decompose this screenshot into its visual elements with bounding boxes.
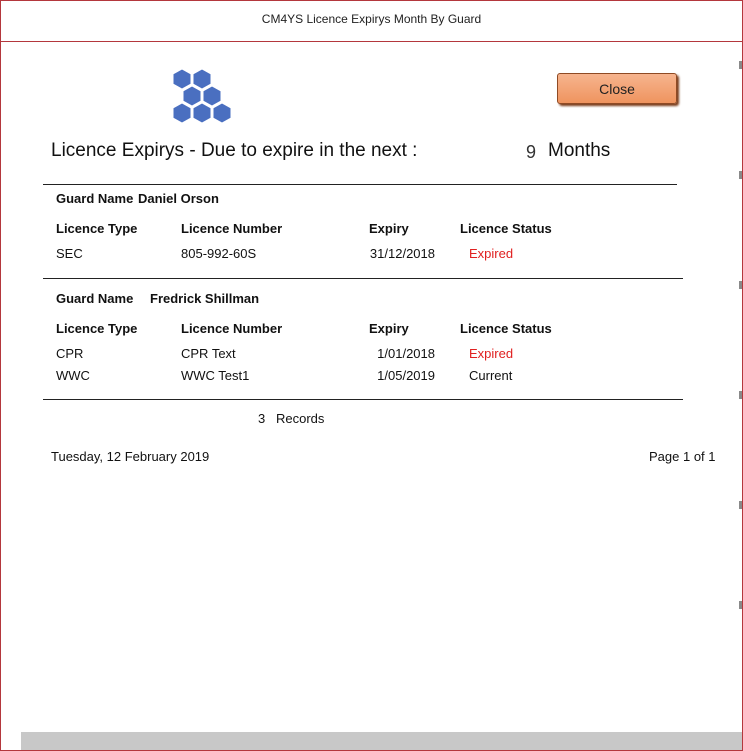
report-window: CM4YS Licence Expirys Month By Guard Clo… [0, 0, 743, 751]
report-heading: Licence Expirys - Due to expire in the n… [51, 140, 418, 161]
guard-name-label: Guard Name [56, 291, 134, 306]
licence-status: Current [469, 368, 513, 383]
column-header-expiry: Expiry [369, 221, 409, 236]
records-count: 3 [258, 411, 266, 426]
window-title: CM4YS Licence Expirys Month By Guard [261, 12, 482, 26]
guard-name: Fredrick Shillman [150, 291, 260, 306]
hexagon-cluster-logo-icon [172, 68, 232, 124]
months-value: 9 [526, 142, 537, 162]
months-label: Months [548, 140, 611, 161]
column-header-expiry: Expiry [369, 321, 409, 336]
licence-number: 805-992-60S [181, 246, 257, 261]
column-header-licence-number: Licence Number [181, 221, 283, 236]
licence-expiry: 31/12/2018 [369, 246, 435, 261]
title-bar: CM4YS Licence Expirys Month By Guard [1, 1, 742, 42]
column-header-licence-type: Licence Type [56, 221, 138, 236]
licence-type: SEC [56, 246, 83, 261]
close-button[interactable]: Close [557, 73, 677, 104]
column-header-licence-type: Licence Type [56, 321, 138, 336]
edge-markers [739, 61, 742, 621]
page-indicator: Page 1 of 1 [649, 449, 716, 464]
guard-name: Daniel Orson [138, 191, 219, 206]
column-header-licence-status: Licence Status [460, 321, 552, 336]
divider [43, 184, 677, 185]
licence-number: CPR Text [181, 346, 236, 361]
licence-expiry: 1/01/2018 [377, 346, 435, 361]
report-date: Tuesday, 12 February 2019 [51, 449, 210, 464]
divider [43, 278, 683, 279]
licence-status: Expired [469, 346, 514, 361]
guard-name-label: Guard Name [56, 191, 134, 206]
divider [43, 399, 683, 400]
licence-type: CPR [56, 346, 84, 361]
horizontal-scrollbar[interactable] [21, 732, 742, 750]
licence-type: WWC [56, 368, 90, 383]
licence-expiry: 1/05/2019 [377, 368, 435, 383]
column-header-licence-number: Licence Number [181, 321, 283, 336]
licence-number: WWC Test1 [181, 368, 250, 383]
column-header-licence-status: Licence Status [460, 221, 552, 236]
licence-status: Expired [469, 246, 514, 261]
records-label: Records [276, 411, 325, 426]
